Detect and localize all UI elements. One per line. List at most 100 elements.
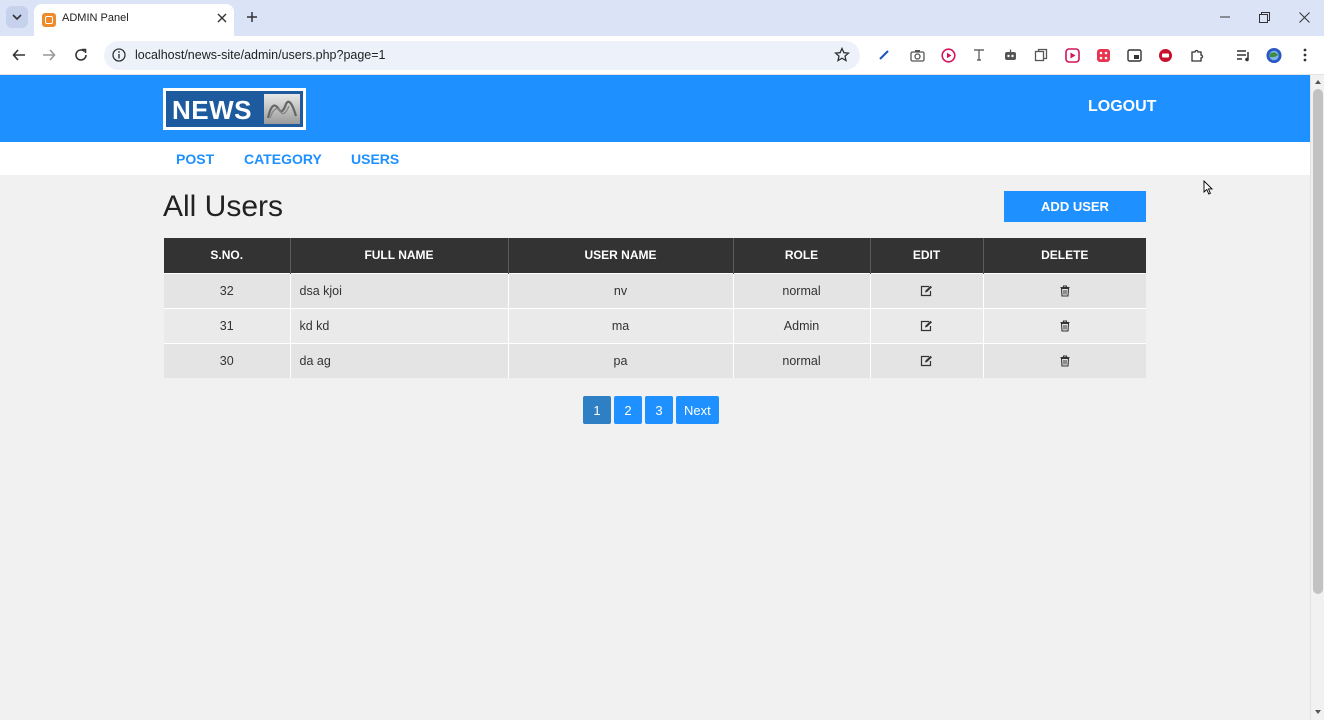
profile-avatar-icon[interactable] bbox=[1266, 47, 1282, 63]
camera-extension-icon[interactable] bbox=[909, 47, 925, 63]
picture-in-picture-extension-icon[interactable] bbox=[1126, 47, 1142, 63]
page-button-2[interactable]: 2 bbox=[614, 396, 642, 424]
admin-menu: POST CATEGORY USERS bbox=[0, 142, 1310, 175]
restore-button[interactable] bbox=[1254, 8, 1274, 26]
kebab-menu-icon bbox=[1303, 48, 1307, 62]
forward-button[interactable] bbox=[38, 44, 60, 66]
address-bar[interactable]: localhost/news-site/admin/users.php?page… bbox=[104, 41, 860, 70]
column-header-delete: DELETE bbox=[982, 238, 1146, 273]
arrow-right-icon bbox=[43, 49, 56, 61]
url-text[interactable]: localhost/news-site/admin/users.php?page… bbox=[135, 48, 386, 62]
scroll-up-icon[interactable] bbox=[1314, 78, 1322, 86]
chevron-down-icon bbox=[12, 14, 22, 21]
logo-text: NEWS bbox=[172, 95, 252, 125]
pagination: 1 2 3 Next bbox=[583, 396, 719, 424]
column-header-user-name: USER NAME bbox=[507, 238, 733, 273]
arrow-left-icon bbox=[12, 49, 25, 61]
media-queue-icon[interactable] bbox=[1235, 47, 1251, 63]
page-viewport: NEWS LOGOUT POST CATEGORY USERS All User… bbox=[0, 75, 1310, 720]
pen-extension-icon[interactable] bbox=[876, 47, 892, 63]
menu-item-category[interactable]: CATEGORY bbox=[244, 151, 322, 167]
copy-extension-icon[interactable] bbox=[1033, 47, 1049, 63]
table-row: 30 da ag pa normal bbox=[164, 342, 1146, 378]
cell-delete bbox=[982, 342, 1146, 378]
cell-user-name: nv bbox=[507, 272, 733, 308]
cell-role: normal bbox=[732, 272, 870, 308]
column-header-full-name: FULL NAME bbox=[289, 238, 508, 273]
cell-user-name: pa bbox=[507, 342, 733, 378]
browser-tab[interactable]: ADMIN Panel bbox=[34, 4, 234, 36]
back-button[interactable] bbox=[8, 44, 30, 66]
table-row: 32 dsa kjoi nv normal bbox=[164, 272, 1146, 308]
edit-icon[interactable] bbox=[920, 284, 934, 298]
menu-item-users[interactable]: USERS bbox=[351, 151, 399, 167]
cell-role: Admin bbox=[732, 307, 870, 343]
trash-icon[interactable] bbox=[1058, 354, 1072, 368]
cell-role: normal bbox=[732, 342, 870, 378]
cell-edit bbox=[869, 342, 983, 378]
record-extension-icon[interactable] bbox=[1157, 47, 1173, 63]
new-tab-button[interactable] bbox=[243, 8, 261, 26]
trash-icon[interactable] bbox=[1058, 319, 1072, 333]
logo-badge: NEWS bbox=[166, 91, 303, 127]
bookmark-star-icon[interactable] bbox=[834, 47, 850, 63]
plus-icon bbox=[247, 12, 257, 22]
minimize-button[interactable] bbox=[1215, 8, 1235, 26]
extensions-puzzle-icon[interactable] bbox=[1189, 47, 1205, 63]
add-user-button[interactable]: ADD USER bbox=[1004, 191, 1146, 222]
text-extension-icon[interactable] bbox=[971, 47, 987, 63]
logo-emblem-icon bbox=[264, 94, 300, 124]
tab-title: ADMIN Panel bbox=[62, 12, 129, 24]
table-header-row: S.NO. FULL NAME USER NAME ROLE EDIT DELE… bbox=[164, 238, 1146, 273]
news-logo[interactable]: NEWS bbox=[163, 88, 306, 130]
cell-sno: 31 bbox=[164, 307, 290, 343]
close-icon bbox=[217, 13, 227, 23]
menu-item-post[interactable]: POST bbox=[176, 151, 214, 167]
trash-icon[interactable] bbox=[1058, 284, 1072, 298]
cell-sno: 32 bbox=[164, 272, 290, 308]
browser-tabstrip: ADMIN Panel bbox=[0, 0, 1324, 36]
column-header-role: ROLE bbox=[732, 238, 870, 273]
media-extension-icon[interactable] bbox=[1064, 47, 1080, 63]
cell-delete bbox=[982, 307, 1146, 343]
robot-extension-icon[interactable] bbox=[1002, 47, 1018, 63]
logout-link[interactable]: LOGOUT bbox=[1088, 98, 1156, 116]
edit-icon[interactable] bbox=[920, 354, 934, 368]
restore-icon bbox=[1258, 11, 1270, 23]
play-extension-icon[interactable] bbox=[940, 47, 956, 63]
cell-user-name: ma bbox=[507, 307, 733, 343]
next-page-button[interactable]: Next bbox=[676, 396, 719, 424]
grid-extension-icon[interactable] bbox=[1095, 47, 1111, 63]
mouse-cursor-icon bbox=[1203, 180, 1213, 195]
browser-toolbar: localhost/news-site/admin/users.php?page… bbox=[0, 36, 1324, 75]
page-button-1[interactable]: 1 bbox=[583, 396, 611, 424]
page-title: All Users bbox=[163, 190, 284, 223]
cell-full-name: dsa kjoi bbox=[289, 272, 508, 308]
minimize-icon bbox=[1220, 16, 1230, 18]
cell-full-name: kd kd bbox=[289, 307, 508, 343]
scroll-down-icon[interactable] bbox=[1314, 708, 1322, 716]
cell-delete bbox=[982, 272, 1146, 308]
page-scrollbar[interactable] bbox=[1310, 75, 1324, 720]
column-header-edit: EDIT bbox=[869, 238, 983, 273]
tab-search-button[interactable] bbox=[6, 6, 28, 28]
page-button-3[interactable]: 3 bbox=[645, 396, 673, 424]
close-tab-button[interactable] bbox=[214, 10, 230, 26]
xampp-favicon-icon bbox=[42, 13, 56, 27]
cell-sno: 30 bbox=[164, 342, 290, 378]
reload-icon bbox=[75, 48, 87, 61]
column-header-sno: S.NO. bbox=[164, 238, 290, 273]
scroll-thumb[interactable] bbox=[1313, 89, 1323, 594]
close-icon bbox=[1298, 11, 1310, 23]
browser-menu-button[interactable] bbox=[1297, 47, 1313, 63]
edit-icon[interactable] bbox=[920, 319, 934, 333]
info-icon[interactable] bbox=[112, 48, 126, 62]
reload-button[interactable] bbox=[70, 44, 92, 66]
close-window-button[interactable] bbox=[1294, 8, 1314, 26]
site-header: NEWS LOGOUT bbox=[0, 75, 1310, 142]
users-table: S.NO. FULL NAME USER NAME ROLE EDIT DELE… bbox=[164, 238, 1146, 378]
cell-full-name: da ag bbox=[289, 342, 508, 378]
cell-edit bbox=[869, 272, 983, 308]
cell-edit bbox=[869, 307, 983, 343]
table-row: 31 kd kd ma Admin bbox=[164, 307, 1146, 343]
